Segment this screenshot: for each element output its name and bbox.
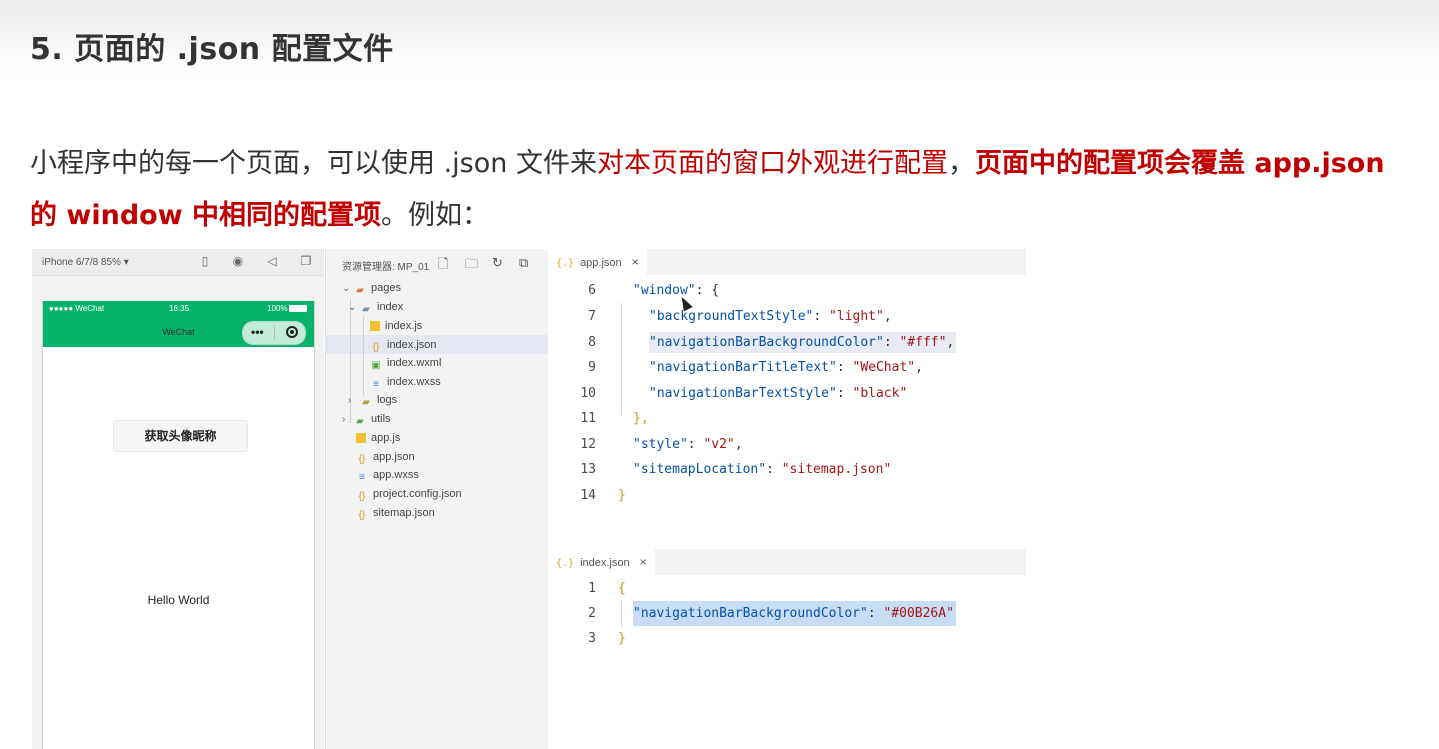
code-line: } [618,631,626,646]
battery-icon [289,305,307,312]
code-line: }, [633,411,649,426]
para-text-end: 。例如： [381,200,490,231]
code-line-selected: "navigationBarBackgroundColor": "#00B26A… [633,601,956,626]
new-file-icon[interactable]: 🗋 [438,255,448,277]
code-line: "style": "v2", [633,437,743,452]
capsule-divider [274,326,275,340]
close-icon[interactable]: × [640,555,647,569]
collapse-icon[interactable]: ⧉ [519,255,528,271]
tree-item-app-wxss[interactable]: ≡ app.wxss [356,466,419,484]
code-line: "sitemapLocation": "sitemap.json" [633,462,892,477]
tab-app-json[interactable]: {.} app.json × [548,249,647,275]
line-number: 8 [588,335,596,350]
code-line: "navigationBarTextStyle": "black" [649,386,908,401]
new-folder-icon[interactable]: 🗀 [465,255,478,277]
code-line: } [618,488,626,503]
line-number: 10 [580,386,596,401]
tree-item-pages[interactable]: ⌄ ▰ pages [342,279,401,297]
phone-icon[interactable]: ▯ [198,254,212,268]
code-line: { [618,581,626,596]
tree-item-index-folder[interactable]: ⌄ ▰ index [348,298,403,316]
para-comma: ， [947,148,975,179]
tree-item-index-json[interactable]: {} index.json [370,336,437,354]
line-number: 2 [588,606,596,621]
json-icon: {.} [556,258,575,269]
status-time: 16:35 [169,304,190,313]
tab-index-json[interactable]: {.} index.json × [548,549,655,575]
selected-row-highlight [326,335,548,354]
tree-item-logs[interactable]: › ▰ logs [348,391,397,409]
description-paragraph: 小程序中的每一个页面，可以使用 .json 文件来对本页面的窗口外观进行配置，页… [30,138,1410,242]
code-editor: {.} app.json × 6 "window": { 7 "background… [548,249,1026,749]
close-icon[interactable]: × [632,255,639,269]
code-line: "navigationBarTitleText": "WeChat", [649,360,923,375]
indent-guide [621,303,622,415]
tree-item-app-js[interactable]: app.js [356,429,400,447]
tree-item-sitemap[interactable]: {} sitemap.json [356,504,435,522]
simulator-toolbar: iPhone 6/7/8 85% ▾ ▯ ◉ ◁ ❐ [32,249,324,276]
volume-icon[interactable]: ◁ [265,254,279,268]
get-profile-button[interactable]: 获取头像昵称 [113,420,248,452]
editor-tabbar-app: {.} app.json × [548,249,1026,275]
explorer-header: 资源管理器: MP_01 🗋 🗀 ↻ ⧉ [326,249,548,277]
navigation-bar: WeChat ••• [43,317,314,347]
explorer-title: 资源管理器: MP_01 [342,262,430,273]
json-icon: {.} [556,558,575,569]
line-number: 1 [588,581,596,596]
para-highlight-red: 对本页面的窗口外观进行配置 [596,148,948,179]
close-mini-program-icon[interactable] [286,326,298,338]
file-explorer: 资源管理器: MP_01 🗋 🗀 ↻ ⧉ ⌄ ▰ pages ⌄ ▰ index ind… [325,249,548,749]
line-number: 13 [580,462,596,477]
line-number: 7 [588,309,596,324]
tree-item-index-wxml[interactable]: ▣ index.wxml [370,354,441,372]
simulator-panel: iPhone 6/7/8 85% ▾ ▯ ◉ ◁ ❐ ●●●●● WeChat … [32,249,324,749]
line-number: 11 [580,411,596,426]
line-number: 3 [588,631,596,646]
page-title: 5. 页面的 .json 配置文件 [30,32,394,67]
line-number: 14 [580,488,596,503]
indent-guide [621,601,622,627]
carrier-text: ●●●●● WeChat [49,304,105,313]
window-icon[interactable]: ❐ [299,254,313,268]
tree-item-project-config[interactable]: {} project.config.json [356,485,462,503]
tree-item-index-wxss[interactable]: ≡ index.wxss [370,373,441,391]
line-number: 9 [588,360,596,375]
record-icon[interactable]: ◉ [231,254,245,268]
capsule-menu[interactable]: ••• [242,321,306,345]
code-line: "backgroundTextStyle": "light", [649,309,892,324]
tree-guide [363,316,364,395]
hello-text: Hello World [147,593,210,607]
code-line: "window": { [633,283,720,298]
editor-tabbar-index: {.} index.json × [548,549,1026,575]
tree-item-app-json[interactable]: {} app.json [356,448,415,466]
line-number: 12 [580,437,596,452]
line-number: 6 [588,283,596,298]
tree-item-utils[interactable]: › ▰ utils [342,410,391,428]
code-line-highlight: "navigationBarBackgroundColor": "#fff", [649,332,957,353]
para-text-1: 小程序中的每一个页面，可以使用 .json 文件来 [30,148,597,179]
refresh-icon[interactable]: ↻ [492,255,503,271]
device-selector[interactable]: iPhone 6/7/8 85% ▾ [42,257,129,268]
phone-screen: ●●●●● WeChat 16:35 100% WeChat ••• 获取头像昵… [42,301,315,749]
battery-text: 100% [267,304,288,313]
status-bar: ●●●●● WeChat 16:35 100% [43,301,314,317]
more-icon[interactable]: ••• [251,325,264,339]
tree-item-index-js[interactable]: index.js [370,317,422,335]
